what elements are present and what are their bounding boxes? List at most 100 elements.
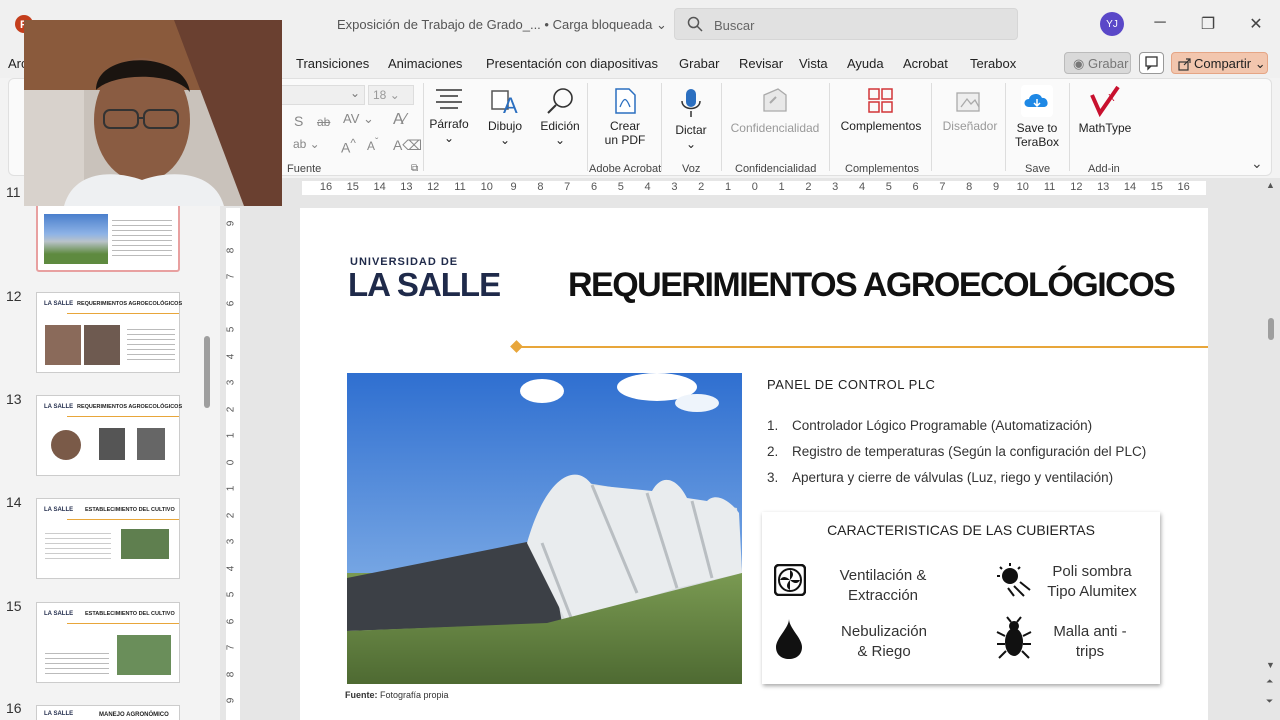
ruler-tick: 2 [225, 512, 237, 518]
tab-transiciones[interactable]: Transiciones [296, 56, 369, 71]
tab-revisar[interactable]: Revisar [739, 56, 783, 71]
save-terabox-button[interactable]: Save to TeraBox [1011, 85, 1063, 149]
document-title[interactable]: Exposición de Trabajo de Grado_... • Car… [337, 17, 667, 33]
create-pdf-label-1: Crear [609, 119, 640, 133]
group-voz: Voz [682, 163, 701, 175]
strike-abc-icon[interactable]: ab [317, 115, 330, 129]
tab-vista[interactable]: Vista [799, 56, 828, 71]
thumb-dish [51, 430, 81, 460]
collapse-ribbon-icon[interactable]: ⌄ [1251, 155, 1263, 172]
comments-button[interactable] [1139, 52, 1164, 74]
scroll-up-icon[interactable]: ▲ [1266, 180, 1275, 190]
search-placeholder: Buscar [714, 18, 755, 33]
sensitivity-button[interactable]: Confidencialidad [725, 87, 825, 135]
strikethrough-icon[interactable]: S [294, 113, 303, 129]
restore-button[interactable]: ❐ [1198, 14, 1218, 34]
mathtype-label: MathType [1078, 121, 1132, 135]
clear-format-icon[interactable]: A⌫ [393, 137, 422, 154]
avatar[interactable]: YJ [1100, 12, 1124, 36]
ruler-tick: 4 [644, 181, 651, 193]
separator [931, 83, 932, 171]
thumb-brand: LA SALLE [44, 611, 74, 617]
list-text: Apertura y cierre de válvulas (Luz, rieg… [792, 470, 1114, 485]
source-value: Fotografía propia [380, 690, 449, 700]
editing-label: Edición [540, 119, 580, 133]
slide-thumbnail-16[interactable]: LA SALLE MANEJO AGRONÓMICO [36, 705, 180, 720]
mathtype-button[interactable]: X MathType [1073, 85, 1137, 135]
minimize-button[interactable]: ─ [1150, 14, 1170, 32]
slide-thumbnail-12[interactable]: LA SALLE REQUERIMIENTOS AGROECOLÓGICOS [36, 292, 182, 373]
slide-thumbnail-15[interactable]: LA SALLE ESTABLECIMIENTO DEL CULTIVO [36, 602, 180, 683]
addins-button[interactable]: Complementos [835, 87, 927, 133]
feature-malla: Malla anti - trips [1040, 622, 1140, 662]
separator [587, 83, 588, 171]
char-spacing-icon[interactable]: AV ⌄ [343, 111, 374, 127]
doc-status: Carga bloqueada [552, 17, 653, 32]
ruler-tick: 6 [225, 618, 237, 624]
covers-features-card[interactable]: CARACTERISTICAS DE LAS CUBIERTAS Ventila… [762, 512, 1160, 684]
editing-button[interactable]: Edición ⌄ [537, 87, 583, 147]
sensitivity-icon [763, 88, 787, 112]
tab-presentacion[interactable]: Presentación con diapositivas [486, 56, 658, 71]
list-item: 1. Controlador Lógico Programable (Automa… [767, 418, 1146, 444]
tab-animaciones[interactable]: Animaciones [388, 56, 462, 71]
designer-icon [956, 92, 980, 112]
tab-ayuda[interactable]: Ayuda [847, 56, 884, 71]
search-box[interactable]: Buscar [674, 8, 1018, 40]
save-terabox-label-2: TeraBox [1014, 135, 1060, 149]
ruler-tick: 5 [225, 591, 237, 598]
drawing-button[interactable]: A Dibujo ⌄ [483, 87, 527, 147]
paragraph-button[interactable]: Párrafo ⌄ [427, 87, 471, 145]
scroll-down-icon[interactable]: ▼ [1266, 660, 1275, 670]
slide-title[interactable]: REQUERIMIENTOS AGROECOLÓGICOS [568, 266, 1176, 305]
slide-number: 14 [6, 494, 22, 510]
group-confidencialidad: Confidencialidad [735, 163, 817, 175]
ruler-tick: 5 [225, 326, 237, 333]
horizontal-ruler[interactable]: 16 15 14 13 12 11 10 9 8 7 6 5 4 3 2 1 0 1 2 3 4 5 6 7 8 9 10 11 12 1… [302, 181, 1206, 195]
thumb-photo [44, 214, 108, 264]
tab-acrobat[interactable]: Acrobat [903, 56, 948, 71]
panel-title[interactable]: PANEL DE CONTROL PLC [767, 377, 935, 392]
ruler-tick: 2 [698, 181, 705, 193]
record-button[interactable]: ◉ Grabar [1064, 52, 1131, 74]
font-name-select[interactable]: ⌄ [281, 85, 365, 105]
dialog-launcher-icon[interactable]: ⧉ [411, 163, 418, 174]
designer-button[interactable]: Diseñador [937, 87, 1003, 133]
greenhouse-photo[interactable] [347, 373, 742, 684]
scroll-thumb[interactable] [1268, 318, 1274, 340]
webcam-overlay[interactable] [24, 20, 282, 206]
current-slide[interactable]: UNIVERSIDAD DE LA SALLE REQUERIMIENTOS A… [300, 208, 1208, 720]
font-color-icon[interactable]: ab ⌄ [293, 137, 320, 151]
thumbnail-scrollbar[interactable] [204, 336, 210, 408]
microphone-icon [681, 89, 701, 117]
font-size-select[interactable]: 18 ⌄ [368, 85, 414, 105]
ruler-tick: 7 [225, 644, 237, 651]
prev-slide-icon[interactable]: ⏶ [1266, 676, 1273, 687]
create-pdf-button[interactable]: Crear un PDF [597, 87, 653, 147]
increase-font-icon[interactable]: A^ [341, 137, 356, 156]
plc-list[interactable]: 1. Controlador Lógico Programable (Automa… [767, 418, 1146, 496]
thumb-divider [67, 416, 179, 417]
slide-thumbnail-13[interactable]: LA SALLE REQUERIMIENTOS AGROECOLÓGICOS [36, 395, 182, 476]
close-button[interactable]: ✕ [1246, 14, 1266, 34]
decrease-font-icon[interactable]: Aˇ [367, 137, 378, 153]
ruler-tick: 5 [617, 181, 624, 193]
ruler-tick: 6 [912, 181, 919, 193]
tab-grabar[interactable]: Grabar [679, 56, 719, 71]
share-button[interactable]: Compartir ⌄ [1171, 52, 1268, 74]
ruler-tick: 3 [832, 181, 839, 193]
dictate-button[interactable]: Dictar ⌄ [669, 87, 713, 151]
editor-scrollbar[interactable]: ▲ ▼ ⏶ ⏷ [1266, 180, 1276, 720]
list-item: 3. Apertura y cierre de válvulas (Luz, ri… [767, 470, 1146, 496]
change-case-icon[interactable]: A⁄ [393, 111, 406, 129]
ruler-tick: 4 [225, 353, 237, 359]
dictate-label: Dictar [675, 123, 707, 137]
vertical-ruler[interactable]: 9 8 7 6 5 4 3 2 1 0 1 2 3 4 5 6 7 8 9 [225, 208, 240, 720]
slide-number: 15 [6, 598, 22, 614]
tab-terabox[interactable]: Terabox [970, 56, 1016, 71]
next-slide-icon[interactable]: ⏷ [1266, 696, 1273, 707]
shapes-icon: A [491, 90, 518, 115]
slide-thumbnail-14[interactable]: LA SALLE ESTABLECIMIENTO DEL CULTIVO [36, 498, 180, 579]
thumb-photo [45, 325, 81, 365]
fan-icon [774, 564, 806, 596]
